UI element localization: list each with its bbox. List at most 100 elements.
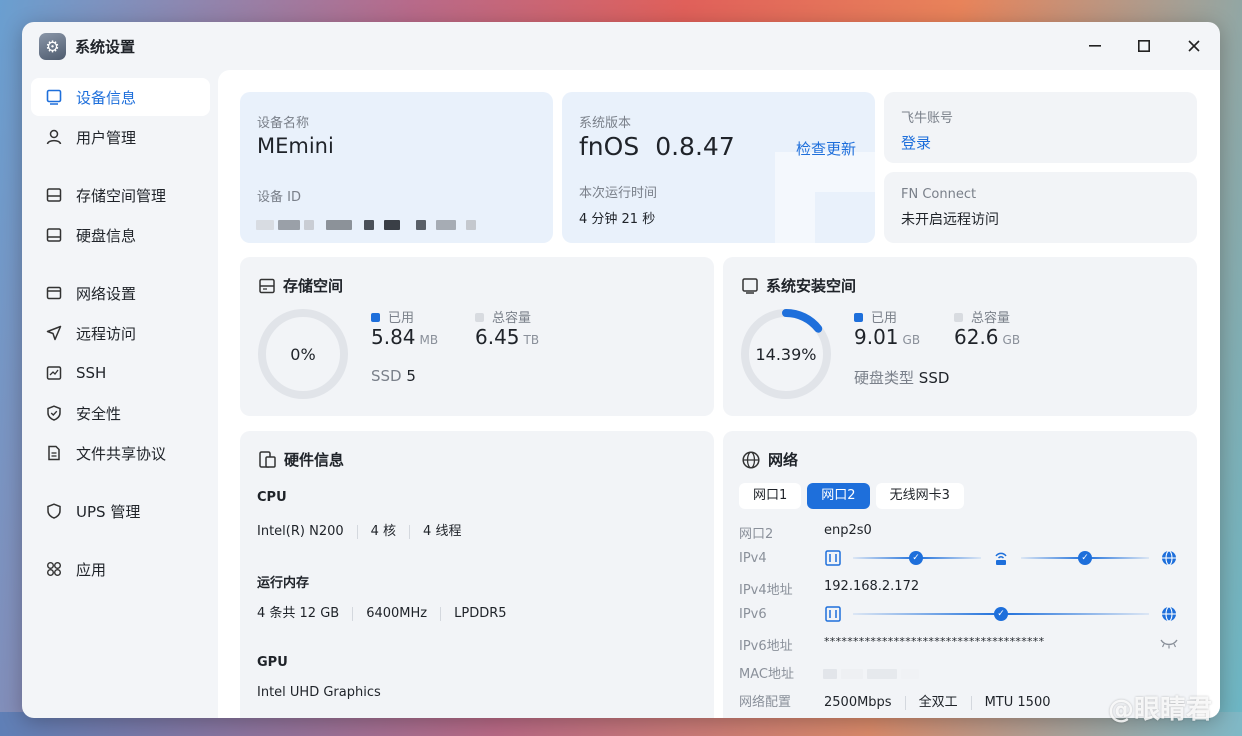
system-install-card: 系统安装空间 14.39% 已用 9.01 GB 总容量 62.6 GB 硬盘类型 … bbox=[723, 257, 1197, 416]
minimize-icon bbox=[1089, 45, 1101, 47]
system-install-total-value: 62.6 GB bbox=[954, 325, 1021, 349]
shield-icon bbox=[43, 404, 65, 422]
os-version: 0.8.47 bbox=[655, 132, 735, 161]
fn-connect-card: FN Connect 未开启远程访问 bbox=[884, 172, 1197, 243]
sidebar-item-file-sharing[interactable]: 文件共享协议 bbox=[31, 434, 210, 472]
ipv6-label: IPv6 bbox=[739, 607, 767, 622]
tab-port-1[interactable]: 网口1 bbox=[739, 483, 802, 509]
account-card: 飞牛账号 登录 bbox=[884, 92, 1197, 163]
hardware-title: 硬件信息 bbox=[259, 449, 344, 470]
sidebar-item-label: 安全性 bbox=[76, 404, 122, 423]
sidebar-item-label: 网络设置 bbox=[76, 284, 137, 303]
sidebar: 设备信息 用户管理 存储空间管理 硬盘信息 网络设置 远程访问 SSH 安全性 … bbox=[22, 70, 218, 718]
nic-icon bbox=[825, 606, 841, 622]
maximize-button[interactable] bbox=[1132, 34, 1156, 58]
fn-connect-label: FN Connect bbox=[901, 187, 977, 202]
terminal-icon bbox=[43, 364, 65, 382]
watermark: @眼睛君 bbox=[1107, 695, 1212, 725]
account-label: 飞牛账号 bbox=[901, 111, 954, 126]
sidebar-item-label: UPS 管理 bbox=[76, 502, 141, 521]
sidebar-item-users[interactable]: 用户管理 bbox=[31, 118, 210, 156]
cpu-info: Intel(R) N200 4 核4 线程 bbox=[257, 524, 462, 539]
gpu-label: GPU bbox=[257, 655, 288, 670]
ipv4-address: 192.168.2.172 bbox=[824, 579, 920, 594]
network-card: 网络 网口1 网口2 无线网卡3 网口2 enp2s0 IPv4 ✓ ✓ IPv… bbox=[723, 431, 1197, 718]
fn-connect-status: 未开启远程访问 bbox=[901, 212, 999, 228]
uptime-value: 4 分钟 21 秒 bbox=[579, 212, 656, 227]
sidebar-item-security[interactable]: 安全性 bbox=[31, 394, 210, 432]
globe-icon bbox=[1162, 606, 1176, 622]
user-icon bbox=[43, 128, 65, 146]
network-title: 网络 bbox=[742, 449, 798, 470]
system-version: fnOS 0.8.47 bbox=[579, 132, 735, 161]
window-title: 系统设置 bbox=[75, 38, 136, 56]
system-install-title: 系统安装空间 bbox=[742, 275, 856, 296]
login-link[interactable]: 登录 bbox=[901, 132, 931, 153]
device-id-label: 设备 ID bbox=[257, 190, 301, 205]
maximize-icon bbox=[1138, 40, 1150, 52]
devices-icon bbox=[259, 451, 276, 468]
storage-icon bbox=[259, 278, 275, 293]
eye-closed-icon[interactable] bbox=[1160, 637, 1178, 649]
sidebar-item-storage[interactable]: 存储空间管理 bbox=[31, 176, 210, 214]
device-id-redacted bbox=[256, 215, 480, 234]
check-icon: ✓ bbox=[1078, 551, 1092, 565]
sidebar-item-label: 文件共享协议 bbox=[76, 444, 167, 463]
sidebar-item-ups[interactable]: UPS 管理 bbox=[31, 492, 210, 530]
storage-percent: 0% bbox=[290, 345, 315, 364]
close-icon bbox=[1188, 40, 1200, 52]
sidebar-item-label: SSH bbox=[76, 364, 107, 382]
sidebar-item-label: 硬盘信息 bbox=[76, 226, 137, 245]
uptime-label: 本次运行时间 bbox=[579, 186, 658, 201]
check-icon: ✓ bbox=[994, 607, 1008, 621]
device-card: 设备名称 MEmini 设备 ID bbox=[240, 92, 553, 243]
shield-outline-icon bbox=[43, 502, 65, 520]
system-install-percent: 14.39% bbox=[755, 345, 816, 364]
interface-value: enp2s0 bbox=[824, 523, 872, 538]
sidebar-item-apps[interactable]: 应用 bbox=[31, 550, 210, 588]
disk-icon bbox=[43, 226, 65, 244]
storage-icon bbox=[43, 186, 65, 204]
sidebar-item-disk-info[interactable]: 硬盘信息 bbox=[31, 216, 210, 254]
sidebar-item-remote-access[interactable]: 远程访问 bbox=[31, 314, 210, 352]
tab-wireless-3[interactable]: 无线网卡3 bbox=[875, 483, 964, 509]
cpu-label: CPU bbox=[257, 490, 287, 505]
minimize-button[interactable] bbox=[1083, 34, 1107, 58]
globe-icon bbox=[1162, 550, 1176, 566]
sidebar-item-label: 应用 bbox=[76, 560, 107, 579]
os-name: fnOS bbox=[579, 132, 640, 161]
storage-title: 存储空间 bbox=[259, 275, 343, 296]
gear-icon: ⚙ bbox=[39, 33, 66, 60]
network-config-label: 网络配置 bbox=[739, 695, 792, 710]
network-card-icon bbox=[43, 284, 65, 302]
close-button[interactable] bbox=[1182, 34, 1206, 58]
tab-port-2[interactable]: 网口2 bbox=[807, 483, 870, 509]
storage-total-value: 6.45 TB bbox=[475, 325, 540, 349]
check-update-link[interactable]: 检查更新 bbox=[796, 138, 856, 159]
sidebar-item-label: 用户管理 bbox=[76, 128, 137, 147]
apps-grid-icon bbox=[43, 560, 65, 578]
sidebar-item-network[interactable]: 网络设置 bbox=[31, 274, 210, 312]
send-icon bbox=[43, 324, 65, 342]
sidebar-item-label: 设备信息 bbox=[76, 88, 137, 107]
system-install-disk-type: 硬盘类型 SSD bbox=[854, 369, 950, 387]
memory-info: 4 条共 12 GB 6400MHz LPDDR5 bbox=[257, 606, 507, 621]
check-icon: ✓ bbox=[909, 551, 923, 565]
storage-usage-donut: 0% bbox=[258, 309, 348, 399]
ipv4-label: IPv4 bbox=[739, 551, 767, 566]
main-content: 设备名称 MEmini 设备 ID 系统版本 fnOS 0.8.47 检查更新 本… bbox=[218, 70, 1220, 718]
router-icon bbox=[995, 552, 1007, 565]
storage-total-legend: 总容量 bbox=[475, 307, 531, 326]
gpu-info: Intel UHD Graphics bbox=[257, 685, 381, 700]
system-install-used-legend: 已用 bbox=[854, 307, 897, 326]
storage-ssd-count: SSD 5 bbox=[371, 367, 416, 385]
ipv6-address-label: IPv6地址 bbox=[739, 639, 793, 654]
sidebar-item-device-info[interactable]: 设备信息 bbox=[31, 78, 210, 116]
system-install-donut: 14.39% bbox=[741, 309, 831, 399]
system-install-used-value: 9.01 GB bbox=[854, 325, 921, 349]
globe-icon bbox=[742, 450, 760, 469]
storage-card: 存储空间 0% 已用 5.84 MB 总容量 6.45 TB SSD 5 bbox=[240, 257, 714, 416]
sidebar-item-label: 远程访问 bbox=[76, 324, 137, 343]
device-name-label: 设备名称 bbox=[257, 116, 310, 131]
sidebar-item-ssh[interactable]: SSH bbox=[31, 354, 210, 392]
